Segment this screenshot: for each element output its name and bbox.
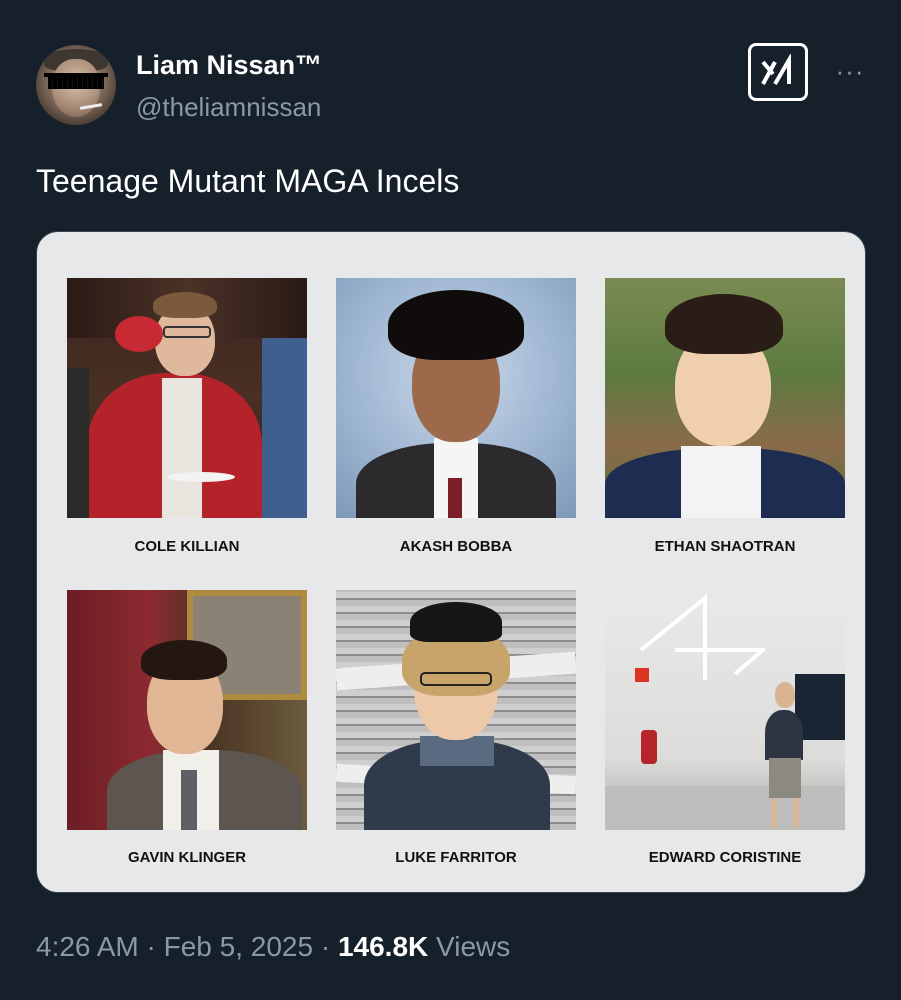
person-name-4: GAVIN KLINGER [127, 849, 247, 866]
person-name-5: LUKE FARRITOR [395, 849, 517, 866]
person-photo-3 [605, 278, 845, 518]
person-photo-1 [67, 278, 307, 518]
more-options-icon[interactable]: ··· [830, 58, 870, 84]
views-label: Views [436, 931, 511, 962]
person-name-6: EDWARD CORISTINE [648, 849, 802, 866]
person-photo-4 [67, 590, 307, 830]
person-name-1: COLE KILLIAN [134, 538, 240, 555]
tweet-text: Teenage Mutant MAGA Incels [36, 163, 460, 199]
grok-logo-icon [761, 54, 791, 86]
tweet-metadata: 4:26 AM · Feb 5, 2025 · 146.8K Views [36, 930, 510, 964]
author-handle[interactable]: @theliamnissan [136, 92, 321, 122]
separator-dot: · [146, 931, 156, 962]
tweet-date[interactable]: Feb 5, 2025 [164, 931, 313, 962]
author-display-name[interactable]: Liam Nissan™ [136, 50, 322, 80]
person-photo-6 [605, 590, 845, 830]
person-name-2: AKASH BOBBA [399, 538, 513, 555]
person-name-3: ETHAN SHAOTRAN [654, 538, 796, 555]
tweet-time[interactable]: 4:26 AM [36, 931, 139, 962]
tweet-card: Liam Nissan™ @theliamnissan ··· Teenage … [0, 0, 901, 1000]
author-avatar[interactable] [36, 45, 116, 125]
person-photo-5 [336, 590, 576, 830]
tweet-media-image[interactable]: COLE KILLIAN AKASH BOBBA ETHAN SHAOTRAN [36, 231, 866, 893]
grok-button[interactable] [748, 43, 808, 101]
person-photo-2 [336, 278, 576, 518]
separator-dot: · [320, 931, 331, 962]
views-count[interactable]: 146.8K [338, 931, 428, 962]
